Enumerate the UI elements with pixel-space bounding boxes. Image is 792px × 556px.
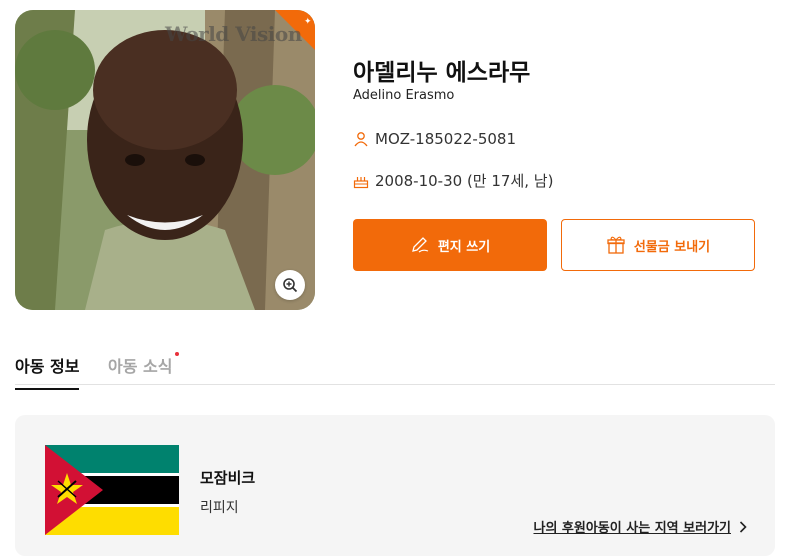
tab-child-info[interactable]: 아동 정보 [15, 353, 80, 390]
child-id-row: MOZ-185022-5081 [353, 130, 516, 148]
world-vision-watermark: World Vision [165, 22, 302, 46]
child-birth-row: 2008-10-30 (만 17세, 남) [353, 170, 553, 191]
svg-text:✦: ✦ [304, 17, 312, 27]
mozambique-flag-icon [45, 445, 179, 535]
send-gift-button[interactable]: 선물금 보내기 [561, 219, 755, 271]
child-id-text: MOZ-185022-5081 [375, 130, 517, 148]
send-gift-label: 선물금 보내기 [633, 239, 711, 255]
cake-icon [353, 176, 369, 188]
view-region-link-label: 나의 후원아동이 사는 지역 보러가기 [533, 521, 731, 536]
write-letter-label: 편지 쓰기 [437, 239, 491, 255]
child-photo-image [15, 10, 315, 310]
write-letter-button[interactable]: 편지 쓰기 [353, 219, 547, 271]
chevron-right-icon [739, 520, 747, 533]
child-name-english: Adelino Erasmo [353, 88, 455, 103]
child-birth-text: 2008-10-30 (만 17세, 남) [375, 172, 554, 190]
location-card: 모잠비크 리피지 나의 후원아동이 사는 지역 보러가기 [15, 415, 775, 556]
child-photo[interactable]: ✦ World Vision [15, 10, 315, 310]
pen-icon [411, 237, 429, 253]
tab-child-news-label: 아동 소식 [108, 357, 173, 376]
zoom-in-icon [283, 278, 298, 293]
zoom-in-button[interactable] [275, 270, 305, 300]
tab-bar: 아동 정보 아동 소식 [15, 350, 775, 390]
region-name: 리피지 [200, 500, 239, 516]
tab-child-news[interactable]: 아동 소식 [108, 352, 180, 377]
new-indicator-dot [175, 352, 180, 356]
view-region-link[interactable]: 나의 후원아동이 사는 지역 보러가기 [533, 517, 747, 536]
gift-icon [607, 236, 625, 254]
child-name-korean: 아델리누 에스라무 [353, 60, 531, 86]
country-name: 모잠비크 [200, 469, 256, 487]
person-icon [354, 132, 368, 147]
